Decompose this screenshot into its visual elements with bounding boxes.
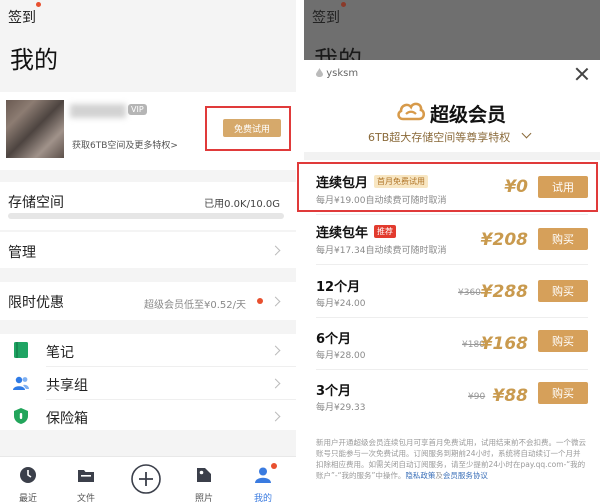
- account-username: ysksm: [316, 68, 358, 79]
- vip-subtitle[interactable]: 6TB超大存储空间等尊享特权: [368, 129, 510, 145]
- plan-divider: [316, 214, 588, 215]
- avatar[interactable]: [6, 100, 64, 158]
- drop-icon: [316, 68, 323, 77]
- plan-yearly-auto-title: 连续包年: [316, 226, 369, 241]
- screenshot-root: 签到 我的 VIP 获取6TB空间及更多特权> 免费试用 存储空间 已用0.0K…: [0, 0, 600, 504]
- bottom-tab-bar: 最近 文件 照片 我的: [0, 456, 296, 504]
- tab-recent[interactable]: 最近: [8, 457, 48, 504]
- manage-label: 管理: [8, 245, 36, 261]
- promo-subtitle: 超级会员低至¥0.52/天: [144, 300, 246, 311]
- plus-icon: [131, 464, 161, 494]
- manage-row[interactable]: [0, 232, 296, 268]
- plan-yearly-auto-price: ¥208: [480, 230, 528, 250]
- storage-label: 存储空间: [8, 195, 64, 211]
- plan-12-month-desc: 每月¥24.00: [316, 299, 366, 309]
- recommended-tag: 推荐: [374, 225, 396, 238]
- weiyun-cloud-logo-icon: [397, 102, 426, 121]
- plan-divider: [316, 264, 588, 265]
- tab-me[interactable]: 我的: [243, 457, 283, 504]
- plan-3-month-price: ¥88: [492, 386, 529, 406]
- plan-6-month-buy-button[interactable]: 购买: [538, 330, 588, 352]
- plan-divider: [316, 317, 588, 318]
- plan-6-month-desc: 每月¥28.00: [316, 351, 366, 361]
- checkin-red-dot: [36, 2, 41, 7]
- promo-red-dot: [257, 298, 263, 304]
- tab-photos-label: 照片: [194, 494, 213, 504]
- plan-yearly-auto-desc: 每月¥17.34自动续费可随时取消: [316, 246, 447, 256]
- close-icon[interactable]: [574, 66, 590, 82]
- user-icon: [255, 467, 271, 483]
- tab-recent-label: 最近: [18, 494, 37, 504]
- section-separator: [304, 152, 600, 160]
- checkin-link[interactable]: 签到: [8, 7, 36, 27]
- vip-purchase-screen: 签到 我的 ysksm 超级会员 6TB超大存储空间等尊享特权 连续包月 首月免…: [304, 0, 600, 504]
- privacy-policy-link[interactable]: 隐私政策: [405, 471, 435, 480]
- plan-6-month-price: ¥168: [480, 334, 528, 354]
- plan-12-month-title: 12个月: [316, 280, 361, 295]
- plan-12-month-price: ¥288: [480, 282, 528, 302]
- tab-files-label: 文件: [76, 494, 95, 504]
- divider: [46, 366, 296, 367]
- tab-add[interactable]: [126, 457, 166, 504]
- shield-icon: [14, 408, 28, 424]
- tab-photos[interactable]: 照片: [184, 457, 224, 504]
- plan-3-month-buy-button[interactable]: 购买: [538, 382, 588, 404]
- username-blurred: [70, 104, 126, 118]
- monthly-plan-highlight-box: [297, 162, 598, 212]
- plan-3-month-desc: 每月¥29.33: [316, 403, 366, 413]
- divider: [46, 399, 296, 400]
- tab-me-label: 我的: [253, 494, 272, 504]
- plan-yearly-auto-buy-button[interactable]: 购买: [538, 228, 588, 250]
- clock-icon: [20, 467, 36, 483]
- dimmed-checkin-link: 签到: [312, 10, 340, 26]
- tab-me-red-dot: [271, 463, 277, 469]
- feature-safe-box-label[interactable]: 保险箱: [46, 408, 88, 428]
- storage-usage-text: 已用0.0K/10.0G: [204, 199, 280, 210]
- feature-share-group-label[interactable]: 共享组: [46, 375, 88, 395]
- people-icon: [13, 376, 29, 390]
- plan-divider: [316, 369, 588, 370]
- photo-icon: [197, 468, 211, 482]
- folder-icon: [78, 470, 94, 482]
- tab-files[interactable]: 文件: [66, 457, 106, 504]
- dimmed-red-dot: [341, 2, 346, 7]
- notebook-icon: [14, 342, 28, 358]
- feature-notes-label[interactable]: 笔记: [46, 342, 74, 362]
- plan-3-month-title: 3个月: [316, 384, 352, 399]
- plan-12-month-buy-button[interactable]: 购买: [538, 280, 588, 302]
- plan-6-month-title: 6个月: [316, 332, 352, 347]
- promo-label: 限时优惠: [8, 295, 64, 311]
- page-title: 我的: [10, 46, 58, 74]
- vip-badge: VIP: [128, 104, 147, 115]
- free-trial-button[interactable]: 免费试用: [223, 119, 281, 137]
- feature-list: [0, 334, 296, 430]
- membership-agreement-link[interactable]: 会员服务协议: [443, 471, 488, 480]
- storage-progress-bar: [8, 213, 284, 219]
- subscription-terms-footnote: 新用户开通超级会员连续包月可享首月免费试用，试用结束前不会扣费。一个微云账号只能…: [316, 438, 586, 480]
- vip-title: 超级会员: [430, 104, 507, 126]
- my-page: 签到 我的 VIP 获取6TB空间及更多特权> 免费试用 存储空间 已用0.0K…: [0, 0, 296, 504]
- upgrade-hint[interactable]: 获取6TB空间及更多特权>: [72, 138, 178, 151]
